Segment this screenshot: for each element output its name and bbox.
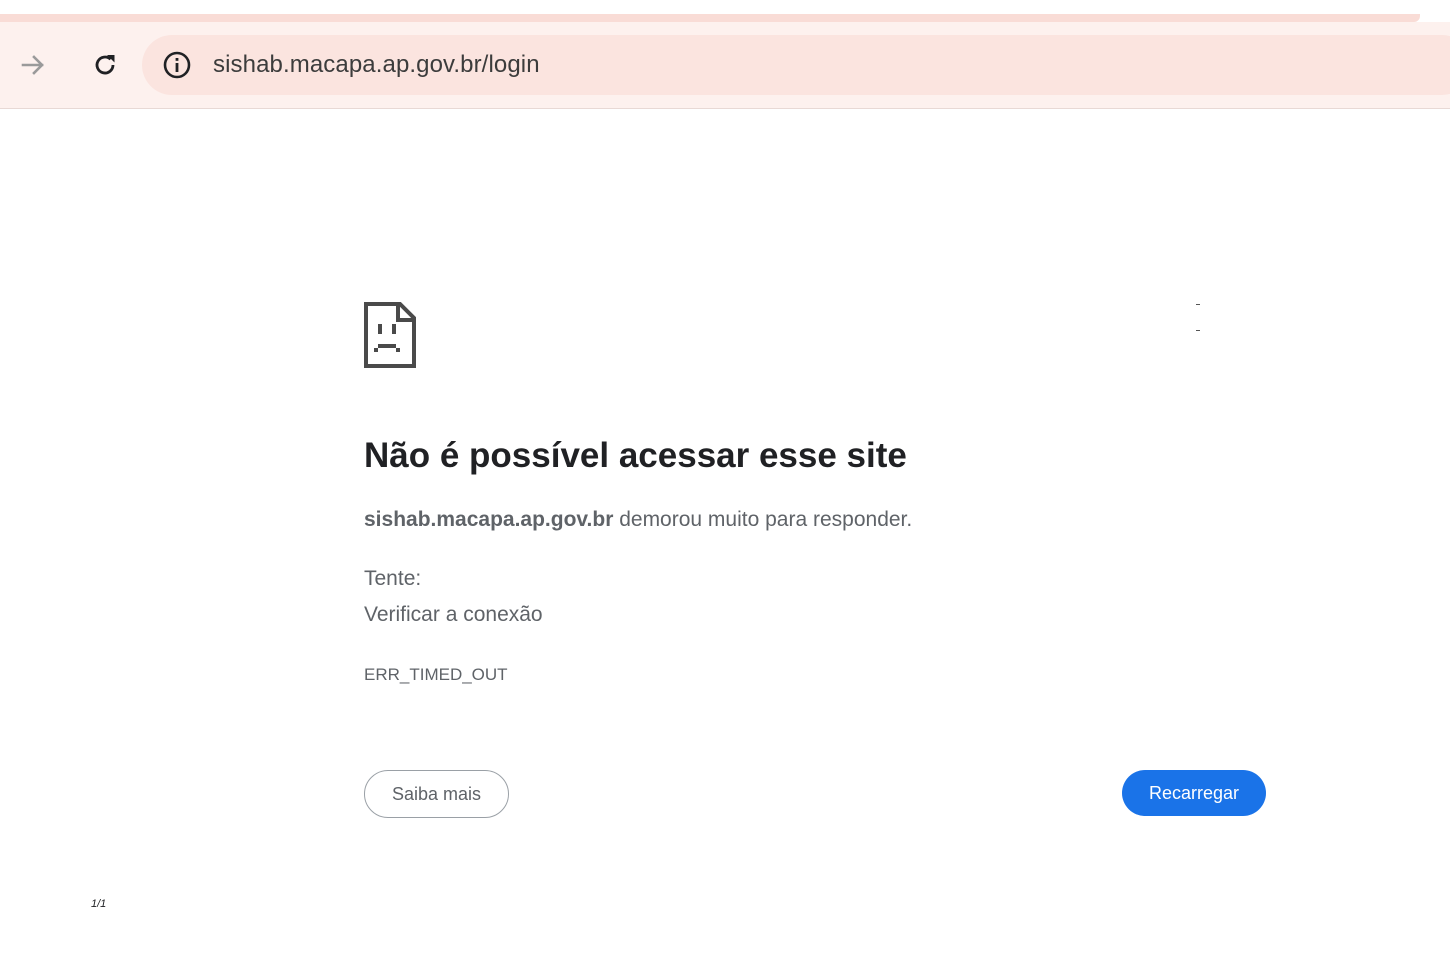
- reload-button[interactable]: Recarregar: [1122, 770, 1266, 816]
- tab-strip-edge: [0, 14, 1420, 22]
- error-summary-text: demorou muito para responder.: [613, 508, 913, 531]
- site-info-button[interactable]: [162, 50, 192, 80]
- suggestion-item: Verificar a conexão: [364, 603, 543, 626]
- reload-toolbar-button[interactable]: [82, 42, 128, 88]
- decorative-dash: [1196, 304, 1200, 305]
- error-title: Não é possível acessar esse site: [364, 436, 907, 475]
- arrow-right-icon: [21, 55, 44, 75]
- forward-button[interactable]: [10, 42, 56, 88]
- suggestions-heading: Tente:: [364, 567, 422, 590]
- browser-toolbar: sishab.macapa.ap.gov.br/login: [0, 22, 1450, 109]
- error-host: sishab.macapa.ap.gov.br: [364, 508, 614, 531]
- sad-document-icon: [364, 302, 416, 368]
- error-summary: sishab.macapa.ap.gov.br demorou muito pa…: [364, 508, 912, 532]
- error-code: ERR_TIMED_OUT: [364, 665, 508, 684]
- page-counter: 1/1: [91, 898, 107, 910]
- url-text[interactable]: sishab.macapa.ap.gov.br/login: [213, 35, 540, 95]
- info-circle-icon: [163, 51, 191, 79]
- decorative-dash: [1196, 330, 1200, 331]
- details-button[interactable]: Saiba mais: [364, 770, 509, 818]
- address-bar[interactable]: sishab.macapa.ap.gov.br/login: [142, 35, 1450, 95]
- browser-window: sishab.macapa.ap.gov.br/login Não é poss…: [0, 0, 1450, 960]
- reload-icon: [95, 55, 115, 75]
